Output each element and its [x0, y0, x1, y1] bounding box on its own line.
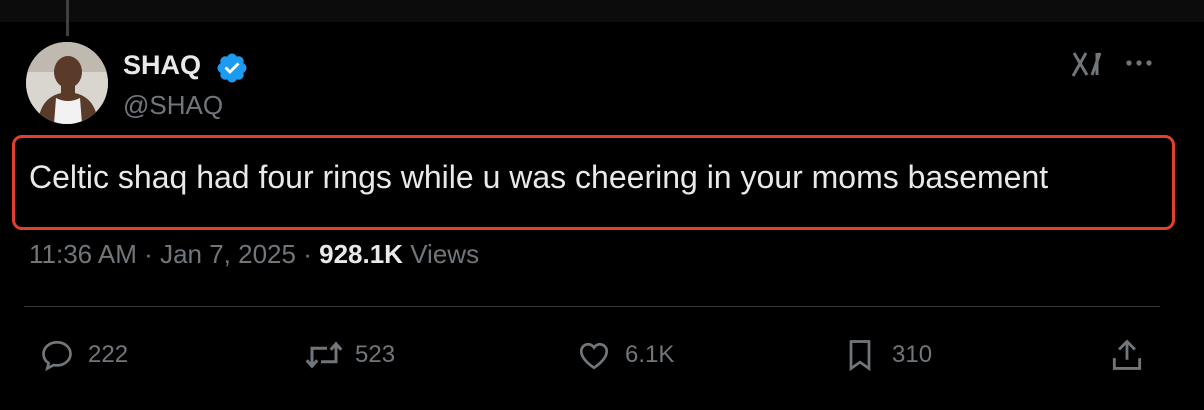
tweet-text: Celtic shaq had four rings while u was c…: [29, 159, 1049, 195]
bookmark-button[interactable]: 310: [842, 336, 932, 374]
tweet-time[interactable]: 11:36 AM: [29, 239, 137, 269]
views-count[interactable]: 928.1K: [319, 239, 403, 269]
divider: [24, 306, 1160, 307]
meta-separator: ·: [303, 239, 312, 269]
author-handle[interactable]: @SHAQ: [123, 88, 223, 122]
reply-icon: [42, 340, 72, 372]
avatar-image: [26, 42, 108, 124]
repost-button[interactable]: 523: [301, 336, 395, 374]
verified-badge-icon[interactable]: [215, 51, 249, 85]
like-icon: [579, 342, 609, 370]
share-button[interactable]: [1108, 336, 1146, 374]
share-icon: [1112, 339, 1142, 370]
tweet-meta: 11:36 AM · Jan 7, 2025 · 928.1K Views: [29, 238, 479, 270]
author-display-name[interactable]: SHAQ: [123, 48, 201, 82]
avatar[interactable]: [26, 42, 108, 124]
bookmark-icon: [849, 340, 871, 372]
repost-icon: [305, 341, 343, 369]
previous-tweet-strip: [0, 0, 1204, 22]
repost-count: 523: [355, 341, 396, 368]
like-button[interactable]: 6.1K: [575, 336, 674, 374]
reply-count: 222: [88, 341, 129, 368]
grok-icon[interactable]: [1070, 49, 1104, 79]
tweet-date[interactable]: Jan 7, 2025: [160, 239, 296, 269]
thread-connector-line: [66, 0, 69, 36]
reply-button[interactable]: 222: [38, 336, 128, 374]
views-label: Views: [410, 239, 480, 269]
bookmark-count: 310: [892, 341, 933, 368]
more-icon[interactable]: [1121, 52, 1157, 74]
like-count: 6.1K: [625, 341, 675, 368]
meta-separator: ·: [144, 239, 153, 269]
